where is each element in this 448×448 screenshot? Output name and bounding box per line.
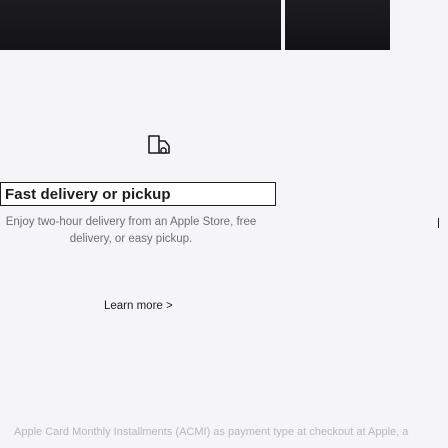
product-image-right — [285, 0, 390, 50]
product-image-left — [0, 0, 281, 50]
learn-more-link[interactable]: Learn more > — [104, 300, 173, 312]
next-card-edge — [438, 218, 439, 228]
card-headline: Fast delivery or pickup — [5, 185, 171, 203]
card-description: Enjoy two-hour delivery from an Apple St… — [5, 216, 257, 245]
delivery-box-icon — [148, 135, 170, 154]
headline-box: Fast delivery or pickup — [0, 182, 276, 206]
store-page: Fast delivery or pickup Enjoy two-hour d… — [0, 0, 448, 448]
footer-note: Apple Card Monthly Installments (ACMI) a… — [14, 426, 409, 438]
